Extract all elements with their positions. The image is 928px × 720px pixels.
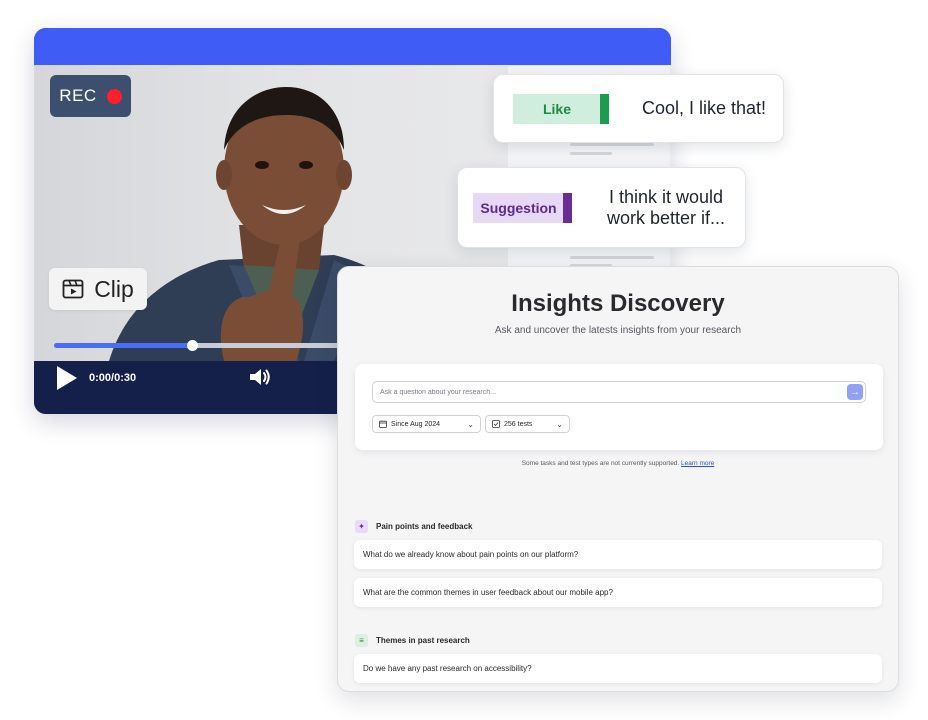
tests-filter-label: 256 tests <box>504 420 533 428</box>
suggested-question[interactable]: What do we already know about pain point… <box>354 540 882 569</box>
like-tag-label: Like <box>542 100 571 117</box>
player-top-bar <box>34 28 671 65</box>
clip-button[interactable]: Clip <box>49 268 147 310</box>
question-text: What do we already know about pain point… <box>363 550 579 559</box>
suggested-question[interactable]: Do we have any past research on accessib… <box>354 654 882 683</box>
page-title: Insights Discovery <box>511 290 725 317</box>
insights-discovery-panel: Insights Discovery Ask and uncover the l… <box>337 266 899 692</box>
section-pain-points: ✦ Pain points and feedback <box>355 520 472 533</box>
suggested-question[interactable]: What are the common themes in user feedb… <box>354 578 882 607</box>
section-title: Themes in past research <box>376 636 470 645</box>
page-subtitle: Ask and uncover the latests insights fro… <box>494 325 742 336</box>
suggestion-tag-label: Suggestion <box>480 199 557 216</box>
chevron-down-icon: ⌄ <box>556 419 563 429</box>
chevron-down-icon: ⌄ <box>467 419 474 429</box>
section-past-research: ≡ Themes in past research <box>355 634 470 647</box>
question-text: What are the common themes in user feedb… <box>363 588 613 597</box>
suggestion-comment-popup[interactable]: Suggestion I think it would work better … <box>457 167 746 248</box>
like-comment-popup[interactable]: Like Cool, I like that! <box>493 74 784 143</box>
rec-badge: REC <box>50 75 131 117</box>
progress-knob[interactable] <box>187 340 198 351</box>
time-display: 0:00/0:30 <box>89 372 137 384</box>
calendar-icon <box>379 420 387 428</box>
play-icon[interactable] <box>55 364 79 392</box>
rec-label: REC <box>59 86 97 105</box>
date-filter-dropdown[interactable]: Since Aug 2024 ⌄ <box>372 415 481 433</box>
pain-points-icon: ✦ <box>355 520 368 533</box>
transcript-line <box>570 143 654 146</box>
support-note-text: Some tasks and test types are not curren… <box>521 460 680 467</box>
suggestion-tag: Suggestion <box>473 192 572 223</box>
search-card: → Since Aug 2024 ⌄ 256 tests ⌄ <box>355 364 883 450</box>
transcript-line <box>570 152 612 155</box>
progress-fill <box>54 343 192 348</box>
support-note: Some tasks and test types are not curren… <box>338 460 898 467</box>
clip-label: Clip <box>94 275 134 302</box>
date-filter-label: Since Aug 2024 <box>391 420 441 428</box>
transcript-line <box>570 256 654 259</box>
question-text: Do we have any past research on accessib… <box>363 664 532 673</box>
question-search-input[interactable] <box>372 381 866 403</box>
send-arrow-icon[interactable]: → <box>847 384 863 400</box>
themes-icon: ≡ <box>355 634 368 647</box>
recording-dot-icon <box>106 88 122 104</box>
like-tag: Like <box>513 93 609 124</box>
clip-icon <box>62 279 84 299</box>
tests-icon <box>492 420 500 428</box>
tests-filter-dropdown[interactable]: 256 tests ⌄ <box>485 415 570 433</box>
progress-bar[interactable] <box>54 340 354 351</box>
like-comment-text: Cool, I like that! <box>642 98 767 118</box>
volume-icon[interactable] <box>247 365 271 389</box>
learn-more-link[interactable]: Learn more <box>681 460 714 467</box>
suggestion-comment-text: I think it would work better if... <box>606 186 726 228</box>
section-title: Pain points and feedback <box>376 522 473 531</box>
